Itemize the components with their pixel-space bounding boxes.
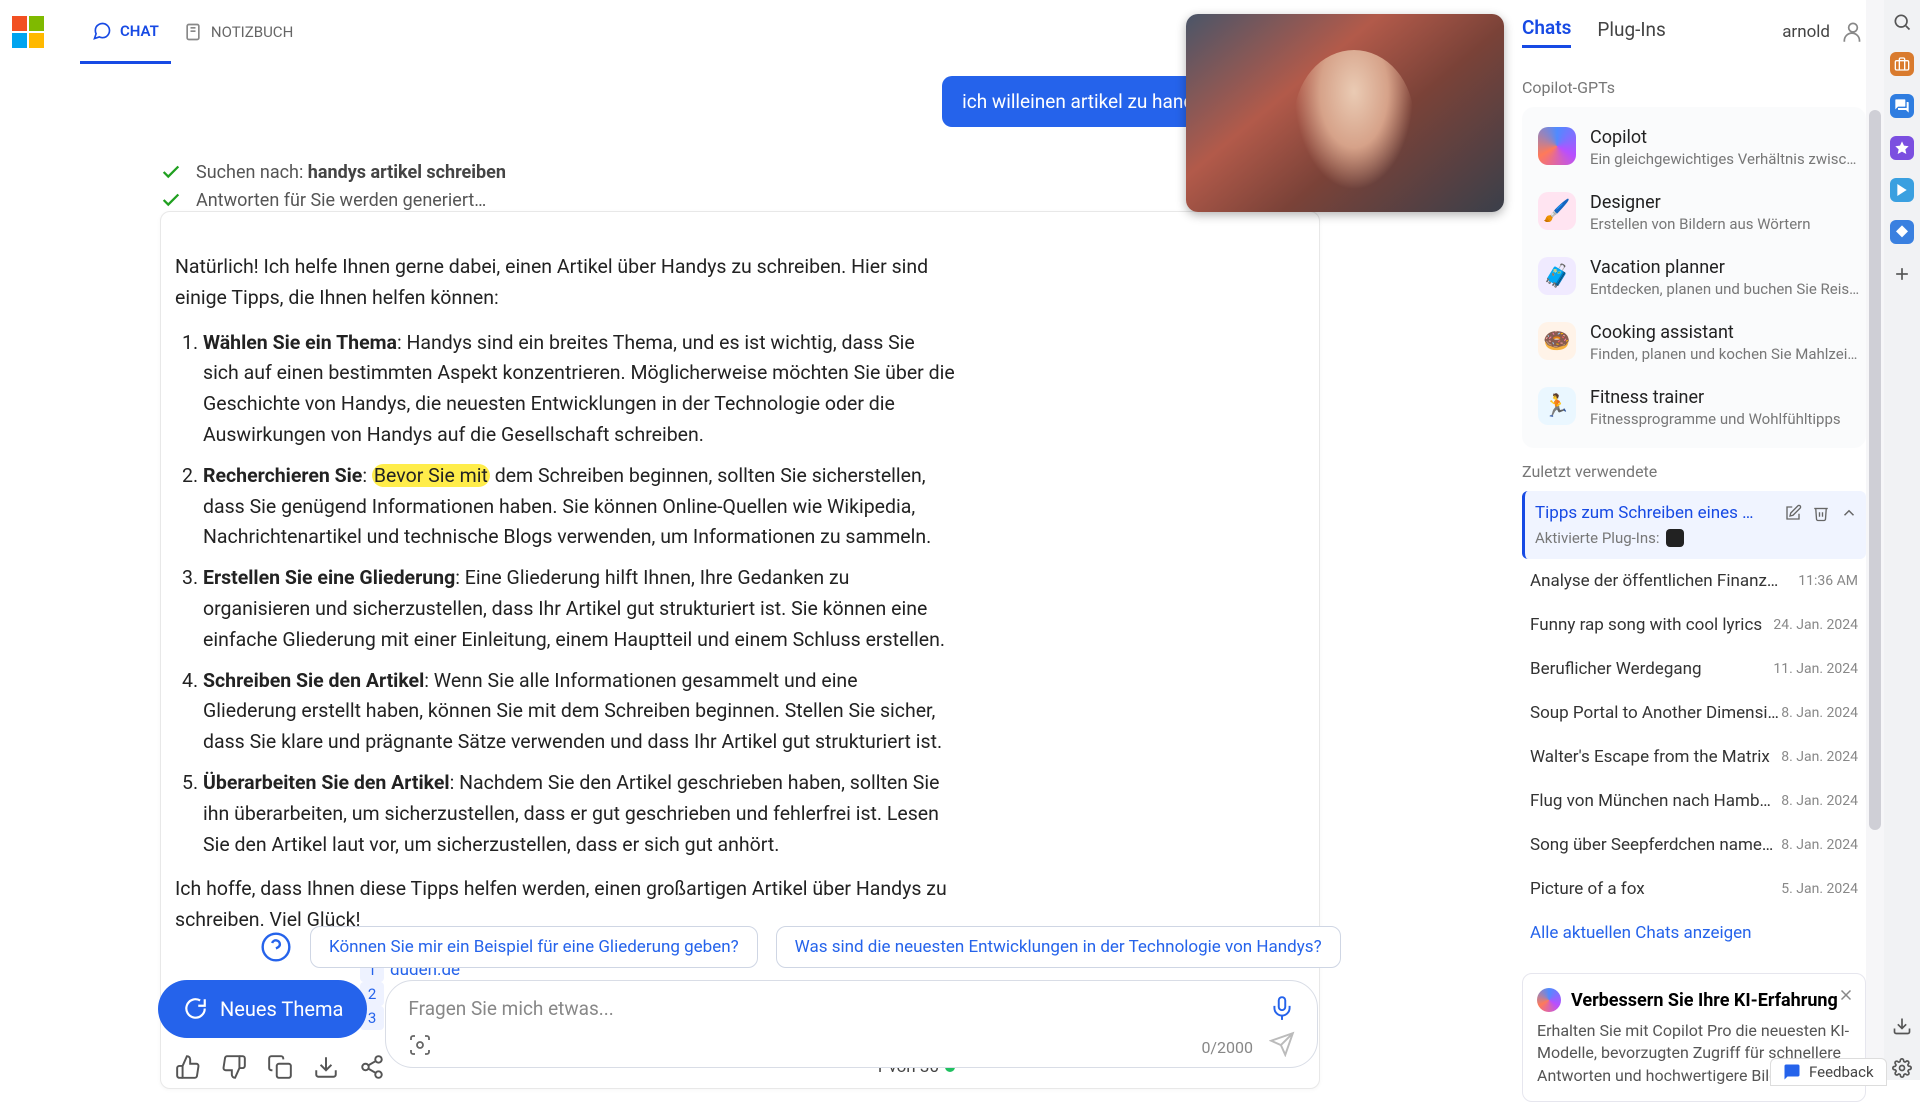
answer-item: Schreiben Sie den Artikel: Wenn Sie alle…: [203, 666, 955, 758]
recent-list: Tipps zum Schreiben eines Artikels Aktiv…: [1522, 491, 1866, 911]
close-icon[interactable]: [1837, 986, 1855, 1004]
recent-title: Zuletzt verwendete: [1522, 462, 1866, 481]
suggestions-row: Können Sie mir ein Beispiel für eine Gli…: [260, 926, 1341, 968]
tab-chat-label: CHAT: [120, 22, 159, 40]
microsoft-logo: [12, 16, 44, 48]
question-icon: [260, 931, 292, 963]
new-topic-button[interactable]: Neues Thema: [158, 980, 367, 1038]
rail-tag-icon[interactable]: [1890, 220, 1914, 244]
show-all-chats[interactable]: Alle aktuellen Chats anzeigen: [1522, 911, 1866, 955]
chat-icon: [92, 21, 112, 41]
rail-settings-icon[interactable]: [1890, 1056, 1914, 1080]
gpt-item[interactable]: 🍩Cooking assistantFinden, planen und koc…: [1532, 310, 1856, 375]
rail-chat-icon[interactable]: [1890, 94, 1914, 118]
char-count: 0/2000: [1201, 1038, 1253, 1057]
recent-item[interactable]: Beruflicher Werdegang11. Jan. 2024: [1522, 647, 1866, 691]
suggestion-2[interactable]: Was sind die neuesten Entwicklungen in d…: [776, 926, 1341, 968]
status-generating-text: Antworten für Sie werden generiert…: [196, 190, 486, 211]
new-topic-label: Neues Thema: [220, 997, 343, 1021]
scrollbar-track[interactable]: [1866, 0, 1884, 1080]
recent-item[interactable]: Funny rap song with cool lyrics24. Jan. …: [1522, 603, 1866, 647]
gpt-item[interactable]: CopilotEin gleichgewichtiges Verhältnis …: [1532, 115, 1856, 180]
side-panel: Chats Plug-Ins arnold Copilot-GPTs Copil…: [1504, 0, 1884, 1076]
answer-item: Wählen Sie ein Thema: Handys sind ein br…: [203, 328, 955, 451]
recent-item[interactable]: Flug von München nach Hamburg8. Jan. 202…: [1522, 779, 1866, 823]
status-searching: Suchen nach: handys artikel schreiben: [160, 161, 1320, 183]
chat-main: ich willeinen artikel zu handys schreibe…: [160, 64, 1320, 984]
rail-briefcase-icon[interactable]: [1890, 52, 1914, 76]
user-area[interactable]: arnold: [1782, 19, 1866, 45]
gpt-item[interactable]: 🏃Fitness trainerFitnessprogramme und Woh…: [1532, 375, 1856, 440]
tab-notebook[interactable]: NOTIZBUCH: [171, 0, 305, 64]
feedback-label: Feedback: [1809, 1063, 1874, 1081]
feedback-icon: [1783, 1063, 1801, 1081]
check-icon: [160, 189, 182, 211]
rail-star-icon[interactable]: [1890, 136, 1914, 160]
status-search-prefix: Suchen nach:: [196, 162, 308, 183]
gpts-list: CopilotEin gleichgewichtiges Verhältnis …: [1522, 107, 1866, 448]
recent-item[interactable]: Analyse der öffentlichen Finanzierung de…: [1522, 559, 1866, 603]
tab-notebook-label: NOTIZBUCH: [211, 23, 293, 41]
user-name: arnold: [1782, 22, 1830, 42]
answer-item: Recherchieren Sie: Bevor Sie mit dem Sch…: [203, 461, 955, 553]
answer-item: Überarbeiten Sie den Artikel: Nachdem Si…: [203, 768, 955, 860]
send-icon[interactable]: [1269, 1031, 1295, 1057]
right-rail: [1884, 0, 1920, 1080]
tab-chat[interactable]: CHAT: [80, 0, 171, 64]
gpts-title: Copilot-GPTs: [1522, 78, 1866, 97]
compose-input[interactable]: [386, 981, 1197, 1036]
rail-search-icon[interactable]: [1890, 10, 1914, 34]
answer-list: Wählen Sie ein Thema: Handys sind ein br…: [203, 328, 955, 861]
rail-download-icon[interactable]: [1890, 1014, 1914, 1038]
recent-item[interactable]: Song über Seepferdchen namens Bubi8. Jan…: [1522, 823, 1866, 867]
gpt-item[interactable]: 🖌️DesignerErstellen von Bildern aus Wört…: [1532, 180, 1856, 245]
image-scan-icon[interactable]: [408, 1033, 432, 1057]
side-tab-plugins[interactable]: Plug-Ins: [1597, 18, 1665, 47]
rail-add-icon[interactable]: [1890, 262, 1914, 286]
rail-play-icon[interactable]: [1890, 178, 1914, 202]
status-search-query: handys artikel schreiben: [308, 162, 506, 183]
edit-icon[interactable]: [1784, 504, 1802, 522]
answer-intro: Natürlich! Ich helfe Ihnen gerne dabei, …: [175, 252, 955, 314]
trash-icon[interactable]: [1812, 504, 1830, 522]
scrollbar-thumb[interactable]: [1869, 110, 1881, 830]
side-tab-chats[interactable]: Chats: [1522, 16, 1571, 48]
avatar-icon: [1840, 19, 1866, 45]
copilot-logo-icon: [1537, 988, 1561, 1012]
webcam-overlay: [1186, 14, 1504, 212]
feedback-button[interactable]: Feedback: [1770, 1058, 1887, 1086]
status-generating: Antworten für Sie werden generiert…: [160, 189, 1320, 211]
check-icon: [160, 161, 182, 183]
gpt-item[interactable]: 🧳Vacation plannerEntdecken, planen und b…: [1532, 245, 1856, 310]
compose-row: Neues Thema 0/2000: [158, 980, 1318, 1068]
recent-item[interactable]: Tipps zum Schreiben eines Artikels Aktiv…: [1522, 491, 1866, 559]
recent-item[interactable]: Picture of a fox5. Jan. 2024: [1522, 867, 1866, 911]
microphone-icon[interactable]: [1269, 995, 1295, 1021]
chevron-up-icon[interactable]: [1840, 504, 1858, 522]
promo-title: Verbessern Sie Ihre KI-Erfahrung: [1571, 990, 1838, 1011]
answer-item: Erstellen Sie eine Gliederung: Eine Glie…: [203, 563, 955, 655]
new-topic-icon: [182, 996, 208, 1022]
recent-item[interactable]: Soup Portal to Another Dimension8. Jan. …: [1522, 691, 1866, 735]
notebook-icon: [183, 22, 203, 42]
suggestion-1[interactable]: Können Sie mir ein Beispiel für eine Gli…: [310, 926, 758, 968]
recent-item[interactable]: Walter's Escape from the Matrix8. Jan. 2…: [1522, 735, 1866, 779]
compose-box: 0/2000: [385, 980, 1318, 1068]
